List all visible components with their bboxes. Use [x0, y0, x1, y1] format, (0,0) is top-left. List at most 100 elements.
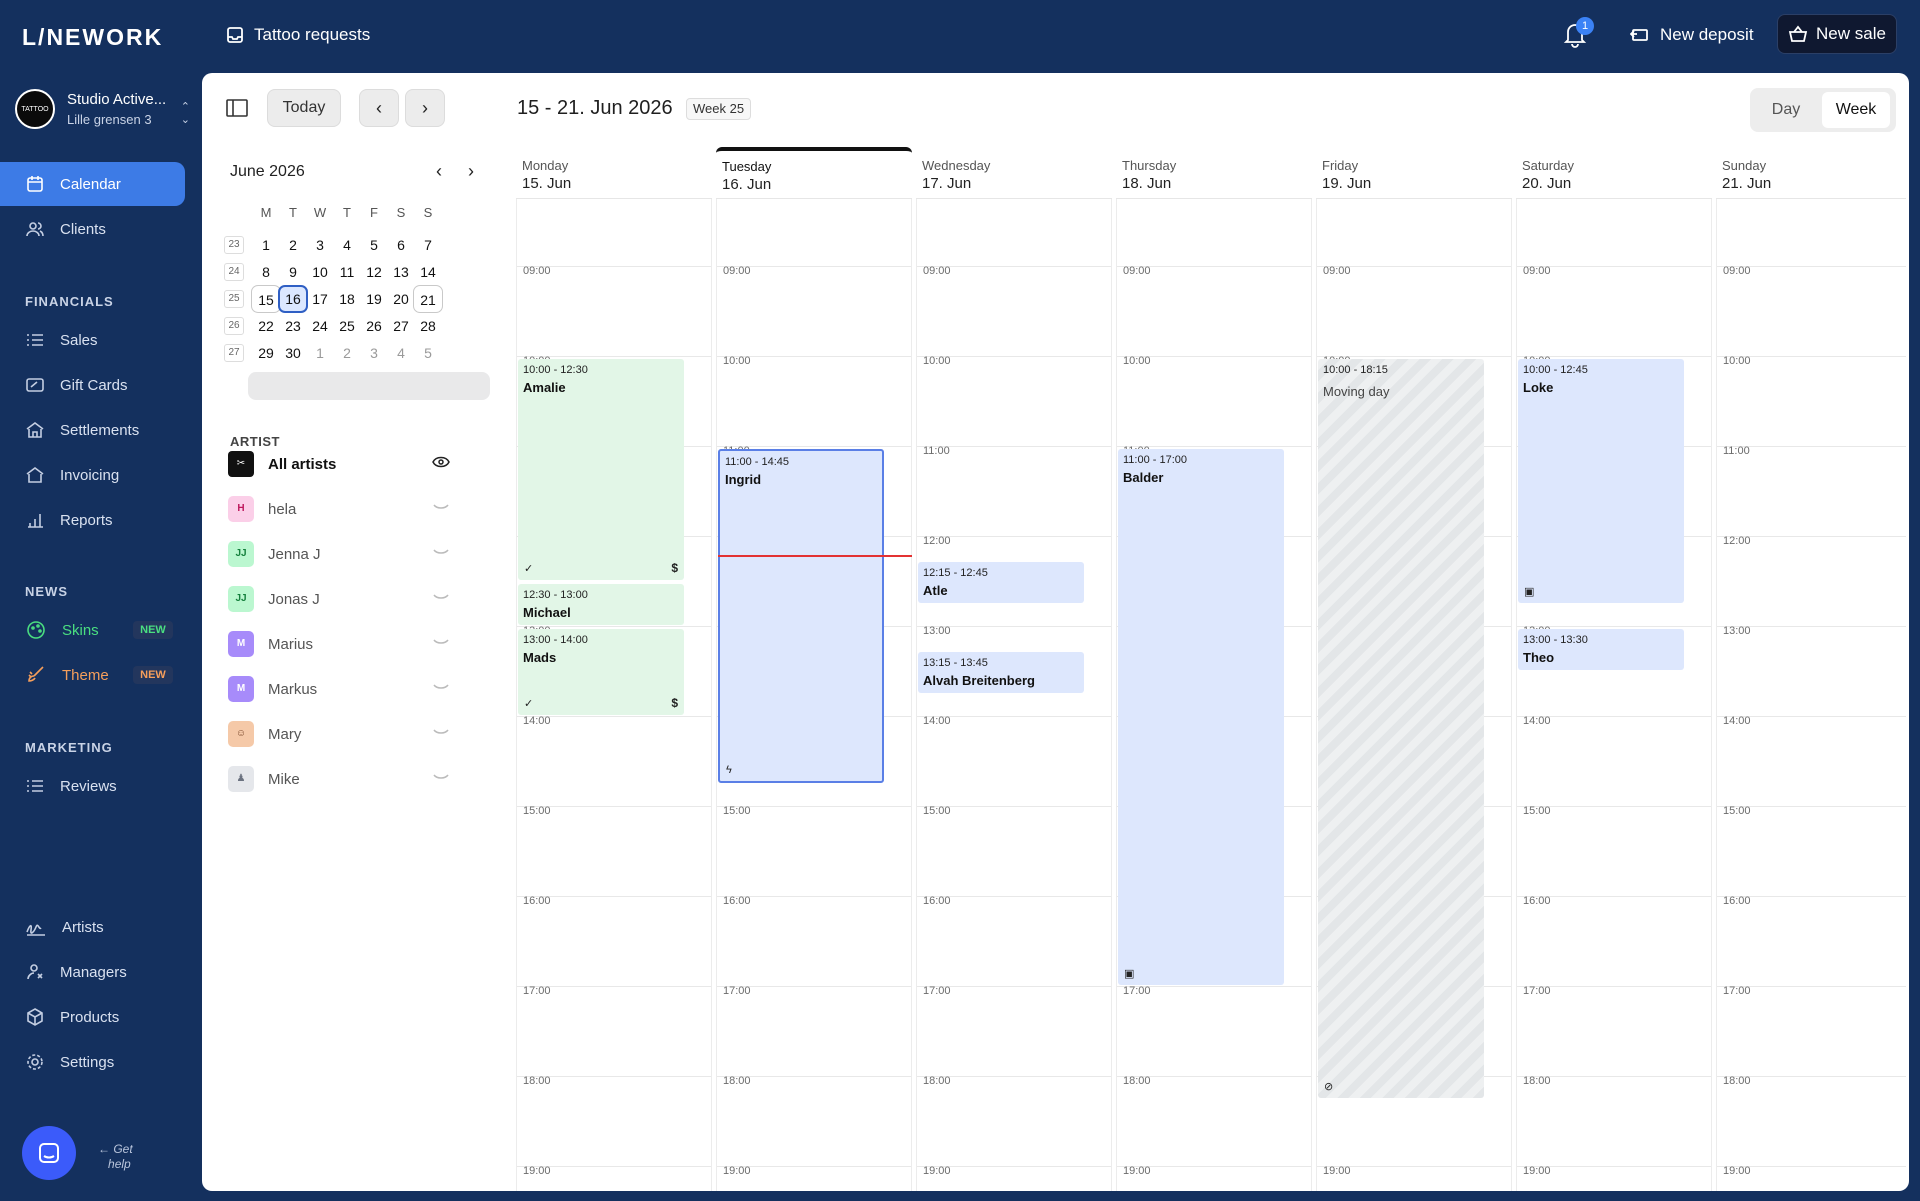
nav-theme[interactable]: Theme NEW [0, 653, 185, 697]
toggle-sidebar-button[interactable] [226, 98, 248, 123]
artist-filter-item[interactable]: Hhela [228, 493, 450, 527]
mini-calendar-day[interactable]: 20 [386, 285, 416, 313]
mini-calendar-day[interactable]: 2 [332, 339, 362, 367]
day-header[interactable]: Sunday 21. Jun [1716, 147, 1906, 199]
artist-filter-item[interactable]: JJ Jonas J [228, 583, 450, 617]
mini-calendar-day[interactable]: 24 [305, 312, 335, 340]
day-column[interactable]: 08:0009:0010:0011:0012:0013:0014:0015:00… [1716, 175, 1906, 1191]
nav-artists[interactable]: Artists [0, 905, 185, 949]
artist-filter-item[interactable]: ♟ Mike [228, 763, 450, 797]
mini-calendar-day[interactable]: 23 [278, 312, 308, 340]
mini-calendar-day[interactable]: 17 [305, 285, 335, 313]
day-header[interactable]: Monday 15. Jun [516, 147, 712, 199]
mini-calendar-day[interactable]: 27 [386, 312, 416, 340]
today-button[interactable]: Today [267, 89, 341, 127]
mini-calendar-day[interactable]: 13 [386, 258, 416, 286]
mini-calendar-day[interactable]: 5 [359, 231, 389, 259]
mini-calendar-day[interactable]: 28 [413, 312, 443, 340]
artist-filter-item[interactable]: M Marius [228, 628, 450, 662]
calendar-event[interactable]: 12:30 - 13:00 Michael [518, 584, 684, 625]
eye-closed-icon[interactable] [432, 770, 450, 789]
mini-next-month-button[interactable]: › [468, 161, 474, 182]
mini-calendar-day[interactable]: 1 [251, 231, 281, 259]
mini-calendar-day[interactable]: 25 [332, 312, 362, 340]
week-view-button[interactable]: Week [1822, 92, 1890, 128]
mini-calendar-day[interactable]: 6 [386, 231, 416, 259]
nav-calendar[interactable]: Calendar [0, 162, 185, 206]
help-chat-button[interactable] [22, 1126, 76, 1180]
day-column[interactable]: 08:0009:0010:0011:0012:0013:0014:0015:00… [916, 175, 1112, 1191]
mini-calendar-day[interactable]: 16 [278, 285, 308, 313]
mini-calendar-day[interactable]: 21 [413, 285, 443, 313]
calendar-event[interactable]: 10:00 - 18:15 Moving day ⊘ [1318, 359, 1484, 1098]
calendar-event[interactable]: 13:00 - 14:00 Mads ✓ $ [518, 629, 684, 715]
mini-calendar-day[interactable]: 30 [278, 339, 308, 367]
nav-settings[interactable]: Settings [0, 1040, 185, 1084]
calendar-event[interactable]: 10:00 - 12:30 Amalie ✓ $ [518, 359, 684, 580]
calendar-event[interactable]: 11:00 - 14:45 Ingrid ϟ [718, 449, 884, 783]
nav-invoicing[interactable]: Invoicing [0, 453, 185, 497]
nav-sales[interactable]: Sales [0, 318, 185, 362]
eye-closed-icon[interactable] [432, 500, 450, 519]
calendar-event[interactable]: 12:15 - 12:45 Atle [918, 561, 1084, 603]
mini-calendar-day[interactable]: 3 [305, 231, 335, 259]
artist-filter-item[interactable]: ✂ All artists [228, 448, 450, 482]
mini-calendar-day[interactable]: 3 [359, 339, 389, 367]
mini-calendar-day[interactable]: 15 [251, 285, 281, 313]
app-logo[interactable]: L/NEWORK [22, 24, 163, 51]
eye-closed-icon[interactable] [432, 590, 450, 609]
mini-calendar-day[interactable]: 5 [413, 339, 443, 367]
eye-icon[interactable] [432, 455, 450, 474]
mini-calendar-day[interactable]: 9 [278, 258, 308, 286]
tattoo-requests-link[interactable]: Tattoo requests [226, 22, 370, 48]
day-view-button[interactable]: Day [1756, 92, 1816, 128]
mini-calendar-day[interactable]: 4 [332, 231, 362, 259]
mini-calendar-day[interactable]: 10 [305, 258, 335, 286]
nav-skins[interactable]: Skins NEW [0, 608, 185, 652]
day-header[interactable]: Friday 19. Jun [1316, 147, 1512, 199]
nav-reports[interactable]: Reports [0, 498, 185, 542]
mini-calendar-day[interactable]: 7 [413, 231, 443, 259]
mini-calendar-day[interactable]: 19 [359, 285, 389, 313]
mini-calendar-day[interactable]: 8 [251, 258, 281, 286]
day-column[interactable]: 08:0009:0010:0011:0012:0013:0014:0015:00… [1516, 175, 1712, 1191]
new-sale-button[interactable]: New sale [1777, 14, 1897, 54]
nav-reviews[interactable]: Reviews [0, 764, 185, 808]
artist-filter-item[interactable]: ☺ Mary [228, 718, 450, 752]
eye-closed-icon[interactable] [432, 725, 450, 744]
nav-gift-cards[interactable]: Gift Cards [0, 363, 185, 407]
day-header[interactable]: Wednesday 17. Jun [916, 147, 1112, 199]
mini-calendar-day[interactable]: 18 [332, 285, 362, 313]
next-week-button[interactable]: › [405, 89, 445, 127]
calendar-event[interactable]: 10:00 - 12:45 Loke ▣ [1518, 359, 1684, 603]
mini-calendar-day[interactable]: 1 [305, 339, 335, 367]
prev-week-button[interactable]: ‹ [359, 89, 399, 127]
calendar-event[interactable]: 13:00 - 13:30 Theo [1518, 629, 1684, 670]
mini-calendar-day[interactable]: 29 [251, 339, 281, 367]
eye-closed-icon[interactable] [432, 635, 450, 654]
day-header[interactable]: Saturday 20. Jun [1516, 147, 1712, 199]
notifications-button[interactable]: 1 [1562, 17, 1594, 50]
nav-clients[interactable]: Clients [0, 207, 185, 251]
nav-settlements[interactable]: Settlements [0, 408, 185, 452]
mini-calendar-day[interactable]: 2 [278, 231, 308, 259]
new-deposit-button[interactable]: New deposit [1630, 22, 1754, 48]
calendar-event[interactable]: 11:00 - 17:00 Balder ▣ [1118, 449, 1284, 985]
mini-prev-month-button[interactable]: ‹ [436, 161, 442, 182]
mini-calendar-day[interactable]: 12 [359, 258, 389, 286]
nav-managers[interactable]: Managers [0, 950, 185, 994]
mini-calendar-day[interactable]: 26 [359, 312, 389, 340]
mini-calendar-day[interactable]: 22 [251, 312, 281, 340]
mini-calendar-day[interactable]: 11 [332, 258, 362, 286]
calendar-event[interactable]: 13:15 - 13:45 Alvah Breitenberg [918, 651, 1084, 693]
studio-switcher[interactable]: TATTOO Studio Active... Lille grensen 3 … [15, 88, 190, 132]
artist-filter-item[interactable]: JJ Jenna J [228, 538, 450, 572]
mini-calendar-day[interactable]: 4 [386, 339, 416, 367]
eye-closed-icon[interactable] [432, 545, 450, 564]
day-header[interactable]: Thursday 18. Jun [1116, 147, 1312, 199]
day-header[interactable]: Tuesday 16. Jun [716, 147, 912, 199]
nav-products[interactable]: Products [0, 995, 185, 1039]
eye-closed-icon[interactable] [432, 680, 450, 699]
artist-filter-item[interactable]: M Markus [228, 673, 450, 707]
mini-calendar-day[interactable]: 14 [413, 258, 443, 286]
